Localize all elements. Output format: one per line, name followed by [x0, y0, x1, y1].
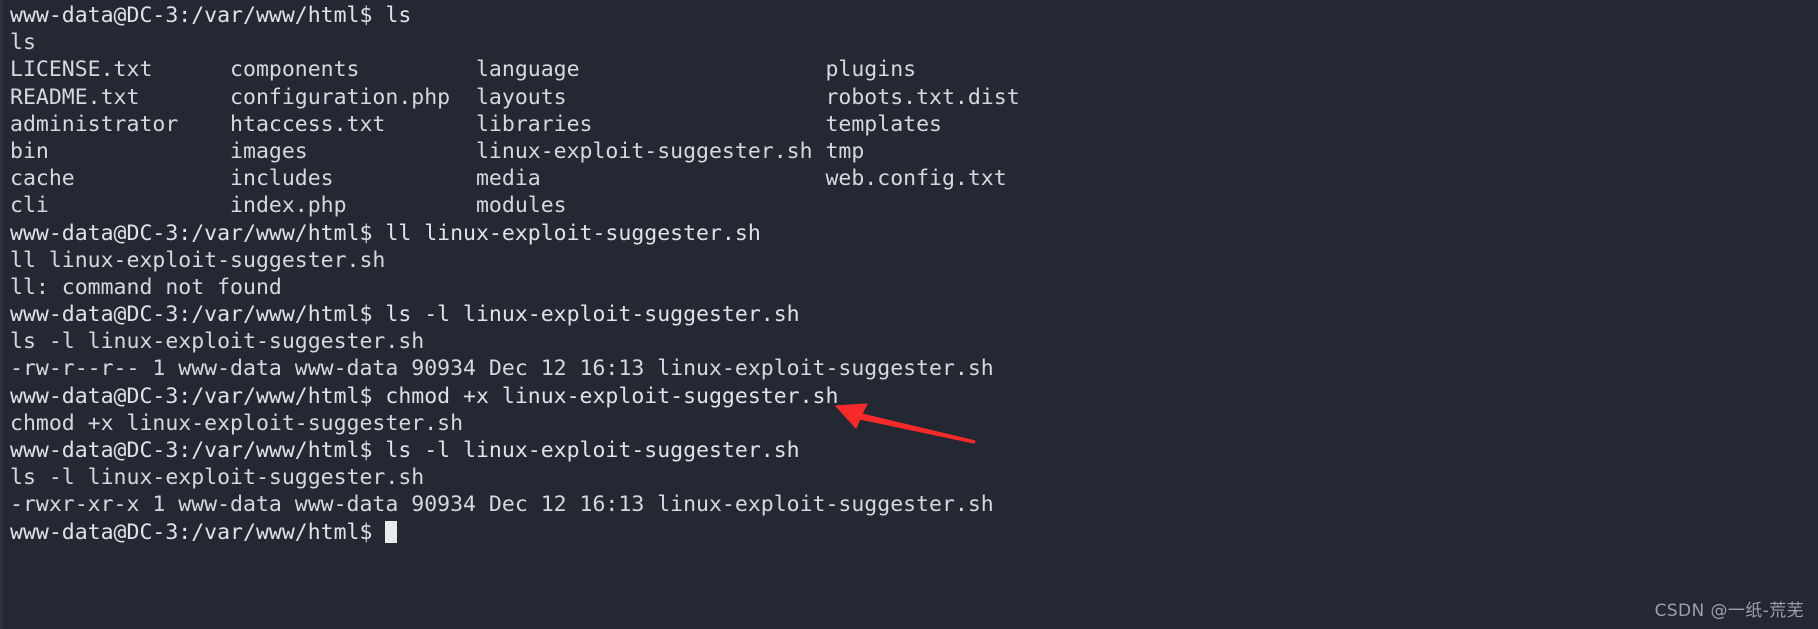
terminal-line: -rw-r--r-- 1 www-data www-data 90934 Dec… [10, 356, 994, 382]
terminal-line: www-data@DC-3:/var/www/html$ ls -l linux… [10, 302, 800, 328]
terminal-prompt: www-data@DC-3:/var/www/html$ [10, 519, 386, 545]
terminal-current-line[interactable]: www-data@DC-3:/var/www/html$ [10, 519, 1810, 546]
terminal-line: ll: command not found [10, 274, 282, 300]
terminal-left-edge [0, 0, 3, 629]
terminal-line: chmod +x linux-exploit-suggester.sh [10, 410, 464, 436]
terminal-line: ll linux-exploit-suggester.sh [10, 247, 386, 273]
terminal-line: www-data@DC-3:/var/www/html$ ls [10, 3, 412, 28]
terminal-cursor [385, 520, 398, 543]
terminal-line: ls -l linux-exploit-suggester.sh [10, 465, 425, 491]
terminal-line: cache includes media web.config.txt [10, 166, 1007, 192]
terminal-line: www-data@DC-3:/var/www/html$ chmod +x li… [10, 383, 839, 409]
csdn-watermark: CSDN @一纸-荒芜 [1654, 601, 1804, 621]
terminal-output: www-data@DC-3:/var/www/html$ ls ls LICEN… [10, 2, 1810, 546]
terminal-window[interactable]: www-data@DC-3:/var/www/html$ ls ls LICEN… [0, 0, 1818, 629]
terminal-line: LICENSE.txt components language plugins [10, 57, 917, 83]
terminal-line: README.txt configuration.php layouts rob… [10, 84, 1020, 110]
terminal-line: ls [10, 30, 36, 56]
terminal-line: ls -l linux-exploit-suggester.sh [10, 329, 425, 355]
terminal-line: bin images linux-exploit-suggester.sh tm… [10, 138, 865, 164]
terminal-line: www-data@DC-3:/var/www/html$ ll linux-ex… [10, 220, 761, 246]
terminal-line: administrator htaccess.txt libraries tem… [10, 111, 942, 137]
terminal-line: -rwxr-xr-x 1 www-data www-data 90934 Dec… [10, 492, 994, 518]
terminal-line: www-data@DC-3:/var/www/html$ ls -l linux… [10, 438, 800, 463]
terminal-line: cli index.php modules [10, 193, 567, 219]
